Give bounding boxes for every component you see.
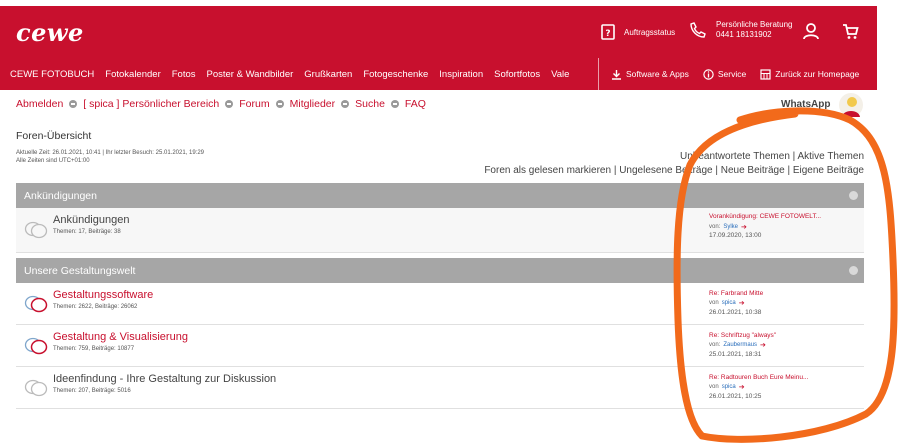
go-to-post-icon[interactable]: ➔ [739,299,745,307]
by-label: von: [709,224,721,230]
homepage-icon [760,68,771,80]
go-to-post-icon[interactable]: ➔ [739,383,745,391]
last-post-date: 17.09.2020, 13:00 [709,232,762,239]
forum-unread-icon [24,295,48,313]
nav-item-fotokalender[interactable]: Fotokalender [105,69,160,80]
last-post-author: von: Zaubermaus ➔ [709,341,766,349]
go-to-post-icon[interactable]: ➔ [760,341,766,349]
nav-item-grusskarten[interactable]: Grußkarten [304,69,352,80]
forum-stats: Themen: 207, Beiträge: 5016 [53,388,131,394]
last-post-author: von: Sylke ➔ [709,223,747,231]
user-icon[interactable] [803,22,819,40]
go-to-post-icon[interactable]: ➔ [741,223,747,231]
forum-title-link[interactable]: Gestaltung & Visualisierung [53,331,188,343]
author-link[interactable]: Zaubermaus [723,342,757,348]
forum-row[interactable]: Ideenfindung - Ihre Gestaltung zur Disku… [16,367,864,409]
forum-row[interactable]: Gestaltungssoftware Themen: 2622, Beiträ… [16,283,864,325]
author-link[interactable]: spica [722,300,736,306]
forum-stats: Themen: 759, Beiträge: 10877 [53,346,135,352]
software-apps-link[interactable]: Software & Apps [611,69,689,80]
nav-item-vale[interactable]: Vale [551,69,569,80]
category-header[interactable]: Ankündigungen [16,183,864,208]
separator-icon [225,100,234,108]
nav-utility-links: Software & Apps Service Zurück zur Homep… [599,58,868,90]
consultation-phone: 0441 18131902 [716,30,772,39]
cart-icon[interactable] [842,23,859,40]
nav-item-fotobuch[interactable]: CEWE FOTOBUCH [10,69,94,80]
by-label: von: [709,342,721,348]
last-post-link[interactable]: Re: Farbrand Mitte [709,290,763,297]
last-post-date: 26.01.2021, 10:38 [709,309,762,316]
whatsapp-link[interactable]: WhatsApp [781,99,830,110]
order-status-icon: ? [601,24,615,40]
forum-row[interactable]: Gestaltung & Visualisierung Themen: 759,… [16,325,864,367]
info-icon [703,68,714,80]
forum-breadcrumb: Abmelden [ spica ] Persönlicher Bereich … [16,98,426,110]
nav-item-fotogeschenke[interactable]: Fotogeschenke [363,69,428,80]
collapse-toggle-icon[interactable] [849,266,858,275]
support-avatar-icon[interactable] [838,92,864,118]
last-post-date: 25.01.2021, 18:31 [709,351,762,358]
quick-links-posts[interactable]: Foren als gelesen markieren | Ungelesene… [484,164,864,178]
consultation-link[interactable]: Persönliche Beratung 0441 18131902 [690,20,793,40]
back-to-homepage-label: Zurück zur Homepage [775,69,860,79]
session-info: Aktuelle Zeit: 26.01.2021, 10:41 | Ihr l… [16,149,204,165]
nav-item-sofortfotos[interactable]: Sofortfotos [494,69,540,80]
nav-item-inspiration[interactable]: Inspiration [439,69,483,80]
order-status-link[interactable]: ? Auftragsstatus [600,24,675,40]
timezone-info: Alle Zeiten sind UTC+01:00 [16,158,90,164]
quick-links: Unbeantwortete Themen | Aktive Themen Fo… [484,150,864,178]
main-navigation: CEWE FOTOBUCH Fotokalender Fotos Poster … [0,58,877,90]
current-time-info: Aktuelle Zeit: 26.01.2021, 10:41 | Ihr l… [16,150,205,156]
order-status-label: Auftragsstatus [624,27,676,37]
cewe-logo[interactable]: cewe [16,18,84,47]
nav-item-poster[interactable]: Poster & Wandbilder [207,69,294,80]
category-title: Ankündigungen [24,189,97,202]
forum-stats: Themen: 17, Beiträge: 38 [53,229,121,235]
back-to-homepage-link[interactable]: Zurück zur Homepage [760,68,860,80]
collapse-toggle-icon[interactable] [849,191,858,200]
personal-area-link[interactable]: [ spica ] Persönlicher Bereich [83,98,219,110]
author-link[interactable]: spica [722,384,736,390]
svg-text:?: ? [605,29,610,39]
by-label: von [709,300,719,306]
separator-icon [69,100,78,108]
last-post-link[interactable]: Re: Schriftzug "always" [709,332,776,339]
forum-stats: Themen: 2622, Beiträge: 26062 [53,304,138,310]
quick-links-topics[interactable]: Unbeantwortete Themen | Aktive Themen [484,150,864,164]
forum-row[interactable]: Ankündigungen Themen: 17, Beiträge: 38 V… [16,208,864,253]
separator-icon [275,100,284,108]
separator-icon [341,100,350,108]
page-title: Foren-Übersicht [16,130,92,142]
phone-icon [690,22,706,38]
search-link[interactable]: Suche [355,98,385,110]
last-post-author: von spica ➔ [709,383,745,391]
service-link[interactable]: Service [703,68,747,80]
consultation-title: Persönliche Beratung [716,20,793,29]
forum-link[interactable]: Forum [239,98,269,110]
category-header[interactable]: Unsere Gestaltungswelt [16,258,864,283]
nav-item-fotos[interactable]: Fotos [172,69,196,80]
forum-read-icon [24,379,48,397]
forum-read-icon [24,221,48,239]
last-post-author: von spica ➔ [709,299,745,307]
last-post-link[interactable]: Re: Radtouren Buch Eure Meinu... [709,374,808,381]
by-label: von [709,384,719,390]
author-link[interactable]: Sylke [723,224,738,230]
forum-title-link[interactable]: Ideenfindung - Ihre Gestaltung zur Disku… [53,373,276,385]
separator-icon [390,100,399,108]
logout-link[interactable]: Abmelden [16,98,63,110]
download-icon [612,69,621,80]
category-title: Unsere Gestaltungswelt [24,264,136,277]
software-apps-label: Software & Apps [626,69,689,79]
site-header: cewe ? Auftragsstatus Persönliche Beratu… [0,6,877,90]
members-link[interactable]: Mitglieder [290,98,336,110]
faq-link[interactable]: FAQ [405,98,426,110]
last-post-link[interactable]: Vorankündigung: CEWE FOTOWELT... [709,213,821,220]
last-post-date: 26.01.2021, 10:25 [709,393,762,400]
forum-title-link[interactable]: Gestaltungssoftware [53,289,153,301]
forum-title-link[interactable]: Ankündigungen [53,214,129,226]
forum-unread-icon [24,337,48,355]
service-label: Service [717,69,747,79]
